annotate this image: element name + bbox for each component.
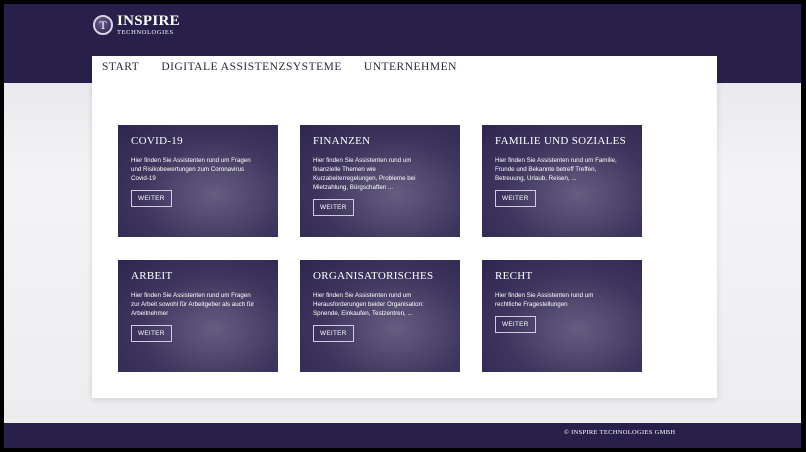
card-recht: RECHT Hier finden Sie Assistenten rund u… <box>482 260 642 372</box>
card-familie-und-soziales: FAMILIE UND SOZIALES Hier finden Sie Ass… <box>482 125 642 237</box>
weiter-button-arbeit[interactable]: WEITER <box>131 325 172 342</box>
card-description: Hier finden Sie Assistenten rund um Fami… <box>495 157 617 182</box>
card-description: Hier finden Sie Assistenten rund um fina… <box>313 157 416 191</box>
card-organisatorisches: ORGANISATORISCHES Hier finden Sie Assist… <box>300 260 460 372</box>
weiter-button-organisatorisches[interactable]: WEITER <box>313 325 354 342</box>
card-covid-19: COVID-19 Hier finden Sie Assistenten run… <box>118 125 278 237</box>
card-description: Hier finden Sie Assistenten rund um rech… <box>495 292 594 308</box>
nav-start[interactable]: START <box>102 61 139 73</box>
card-title: COVID-19 <box>131 135 183 147</box>
card-title: RECHT <box>495 270 533 282</box>
weiter-button-covid-19[interactable]: WEITER <box>131 190 172 207</box>
logo-title: INSPIRE <box>117 13 180 29</box>
footer-copyright: © INSPIRE TECHNOLOGIES GMBH <box>564 429 676 436</box>
card-description: Hier finden Sie Assistenten rund um Hera… <box>313 292 424 317</box>
nav-unternehmen[interactable]: UNTERNEHMEN <box>364 61 457 73</box>
weiter-button-finanzen[interactable]: WEITER <box>313 199 354 216</box>
card-description: Hier finden Sie Assistenten rund um Frag… <box>131 157 251 182</box>
logo-wordmark: INSPIRE TECHNOLOGIES <box>117 14 180 37</box>
card-title: ORGANISATORISCHES <box>313 270 434 282</box>
card-title: ARBEIT <box>131 270 173 282</box>
main-navigation: START DIGITALE ASSISTENZSYSTEME UNTERNEH… <box>102 61 479 73</box>
brand-logo[interactable]: T INSPIRE TECHNOLOGIES <box>93 14 180 37</box>
card-finanzen: FINANZEN Hier finden Sie Assistenten run… <box>300 125 460 237</box>
main-content-panel: START DIGITALE ASSISTENZSYSTEME UNTERNEH… <box>92 56 717 398</box>
weiter-button-familie-und-soziales[interactable]: WEITER <box>495 190 536 207</box>
footer: © INSPIRE TECHNOLOGIES GMBH <box>4 423 801 448</box>
logo-emblem-icon: T <box>93 15 113 36</box>
logo-subtitle: TECHNOLOGIES <box>117 29 174 36</box>
weiter-button-recht[interactable]: WEITER <box>495 316 536 333</box>
nav-digitale-assistenzsysteme[interactable]: DIGITALE ASSISTENZSYSTEME <box>161 61 342 73</box>
card-title: FAMILIE UND SOZIALES <box>495 135 627 147</box>
card-description: Hier finden Sie Assistenten rund um Frag… <box>131 292 255 317</box>
card-title: FINANZEN <box>313 135 371 147</box>
browser-viewport: T INSPIRE TECHNOLOGIES START DIGITALE AS… <box>4 4 801 448</box>
card-arbeit: ARBEIT Hier finden Sie Assistenten rund … <box>118 260 278 372</box>
